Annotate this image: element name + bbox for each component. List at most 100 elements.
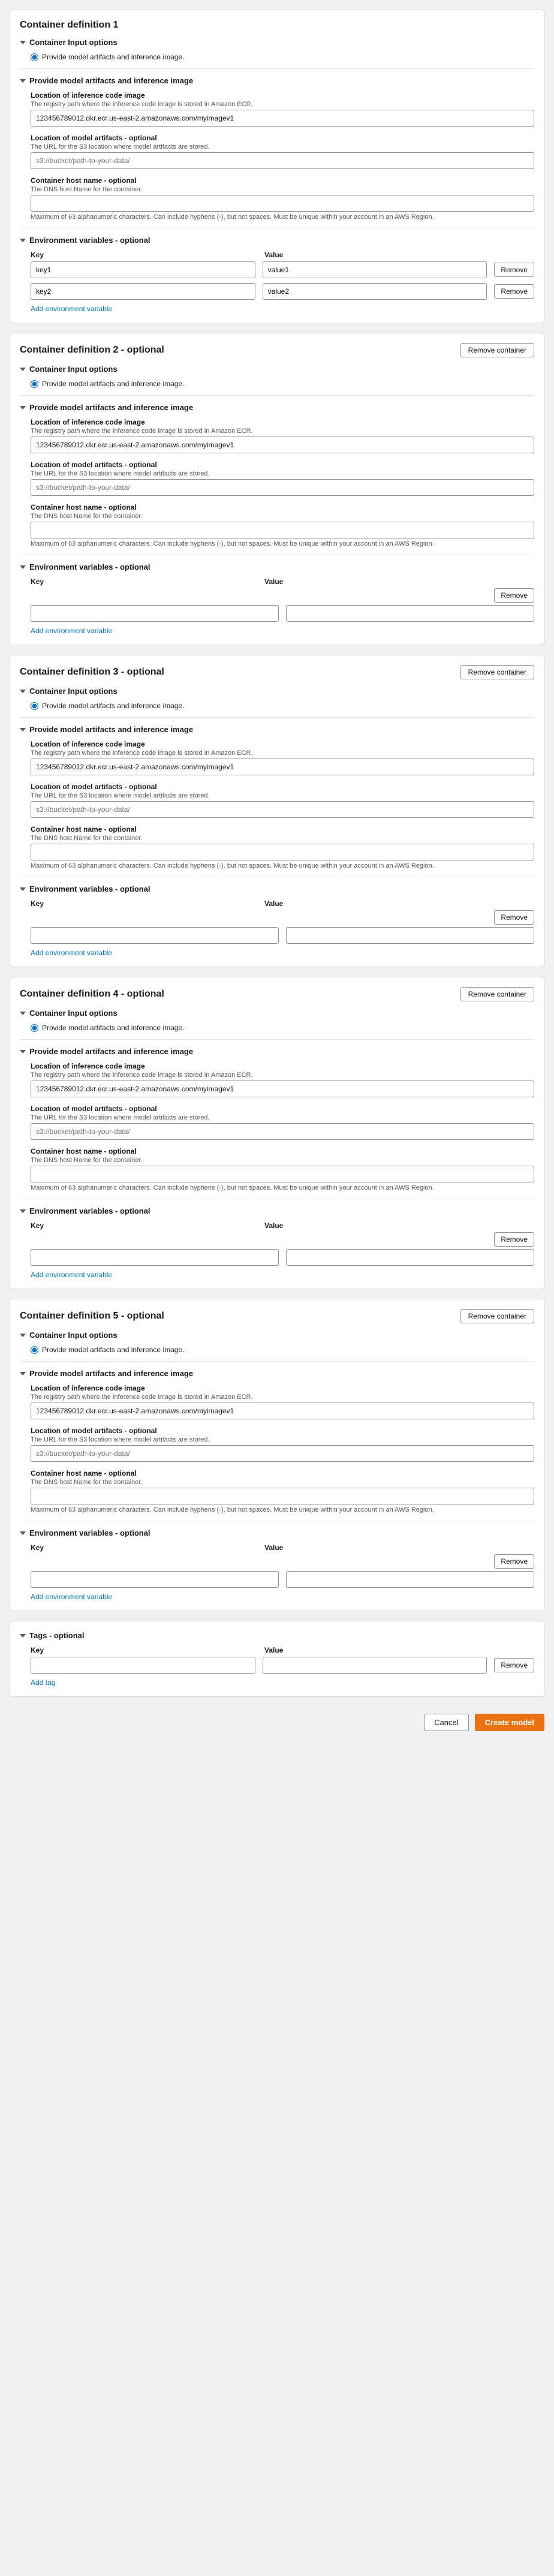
create-model-button[interactable]: Create model [475, 1714, 544, 1731]
model-artifacts-toggle-4[interactable]: Provide model artifacts and inference im… [20, 1047, 534, 1056]
env-vars-label-5: Environment variables - optional [29, 1528, 150, 1537]
env-remove-btn-2-0[interactable]: Remove [494, 588, 534, 603]
env-vars-toggle-5[interactable]: Environment variables - optional [20, 1528, 534, 1537]
tags-row-0: Remove [31, 1657, 534, 1674]
radio-option-4[interactable]: Provide model artifacts and inference im… [31, 1024, 534, 1032]
container-host-input-4[interactable] [31, 1166, 534, 1182]
model-artifacts-content-2: Location of inference code image The reg… [20, 418, 534, 547]
env-key-input-1-0[interactable] [31, 261, 255, 278]
inference-code-image-label-3: Location of inference code image [31, 740, 534, 748]
env-remove-btn-3-0[interactable]: Remove [494, 910, 534, 925]
env-value-input-4-0[interactable] [286, 1249, 534, 1266]
env-key-input-5-0[interactable] [31, 1571, 279, 1588]
container-title-1: Container definition 1 [20, 20, 118, 31]
env-vars-toggle-4[interactable]: Environment variables - optional [20, 1206, 534, 1215]
tags-key-input-0[interactable] [31, 1657, 255, 1674]
container-host-desc2-1: Maximum of 63 alphanumeric characters. C… [31, 213, 534, 221]
env-row-1-0: Remove [31, 261, 534, 278]
container-host-input-3[interactable] [31, 844, 534, 860]
env-key-col-label-1: Key [31, 251, 257, 259]
inference-code-image-input-2[interactable] [31, 437, 534, 453]
inference-code-image-group-5: Location of inference code image The reg… [31, 1384, 534, 1419]
env-value-input-3-0[interactable] [286, 927, 534, 944]
container-host-input-5[interactable] [31, 1488, 534, 1504]
radio-option-5[interactable]: Provide model artifacts and inference im… [31, 1346, 534, 1354]
env-row-3-0 [31, 927, 534, 944]
inference-code-image-input-1[interactable] [31, 110, 534, 127]
model-artifacts-desc-2: The URL for the S3 location where model … [31, 470, 534, 477]
container-input-options-toggle-2[interactable]: Container Input options [20, 365, 534, 374]
env-vars-toggle-1[interactable]: Environment variables - optional [20, 236, 534, 245]
env-value-input-1-0[interactable] [263, 261, 487, 278]
cancel-button[interactable]: Cancel [424, 1714, 468, 1731]
container-input-options-toggle-4[interactable]: Container Input options [20, 1009, 534, 1018]
add-env-btn-4[interactable]: Add environment variable [31, 1271, 112, 1279]
add-env-btn-5[interactable]: Add environment variable [31, 1593, 112, 1601]
env-key-input-2-0[interactable] [31, 605, 279, 622]
env-key-input-3-0[interactable] [31, 927, 279, 944]
remove-container-btn-3[interactable]: Remove container [460, 665, 534, 679]
container-definition-5: Container definition 5 - optional Remove… [10, 1299, 544, 1611]
add-env-btn-1[interactable]: Add environment variable [31, 305, 112, 313]
provide-model-radio-label-5: Provide model artifacts and inference im… [42, 1346, 184, 1354]
provide-model-radio-4[interactable] [31, 1024, 38, 1032]
remove-container-btn-5[interactable]: Remove container [460, 1309, 534, 1323]
env-key-input-4-0[interactable] [31, 1249, 279, 1266]
container-host-input-2[interactable] [31, 522, 534, 538]
env-remove-btn-1-1[interactable]: Remove [494, 284, 534, 299]
env-remove-btn-5-0[interactable]: Remove [494, 1554, 534, 1569]
add-env-btn-3[interactable]: Add environment variable [31, 949, 112, 957]
env-value-input-1-1[interactable] [263, 283, 487, 300]
model-artifacts-toggle-2[interactable]: Provide model artifacts and inference im… [20, 403, 534, 412]
model-artifacts-input-5[interactable] [31, 1445, 534, 1462]
inference-code-image-input-3[interactable] [31, 759, 534, 775]
toggle-arrow-icon-ma4 [20, 1050, 26, 1054]
container-host-group-3: Container host name - optional The DNS h… [31, 825, 534, 869]
radio-option-2[interactable]: Provide model artifacts and inference im… [31, 380, 534, 388]
env-vars-toggle-3[interactable]: Environment variables - optional [20, 884, 534, 893]
env-value-input-2-0[interactable] [286, 605, 534, 622]
tags-toggle[interactable]: Tags - optional [20, 1631, 534, 1640]
radio-option-3[interactable]: Provide model artifacts and inference im… [31, 702, 534, 710]
input-options-label: Container Input options [29, 38, 118, 47]
tags-value-input-0[interactable] [263, 1657, 487, 1674]
env-remove-btn-1-0[interactable]: Remove [494, 263, 534, 277]
model-artifacts-input-1[interactable] [31, 152, 534, 169]
provide-model-radio-3[interactable] [31, 702, 38, 710]
tags-remove-btn-0[interactable]: Remove [494, 1658, 534, 1672]
model-artifacts-toggle-1[interactable]: Provide model artifacts and inference im… [20, 76, 534, 85]
radio-option-1[interactable]: Provide model artifacts and inference im… [31, 53, 534, 61]
env-remove-btn-4-0[interactable]: Remove [494, 1232, 534, 1247]
container-input-options-toggle-1[interactable]: Container Input options [20, 38, 534, 47]
env-vars-toggle-2[interactable]: Environment variables - optional [20, 562, 534, 571]
model-artifacts-input-2[interactable] [31, 479, 534, 496]
remove-container-btn-4[interactable]: Remove container [460, 987, 534, 1001]
provide-model-radio-label-1: Provide model artifacts and inference im… [42, 53, 184, 61]
container-host-label-2: Container host name - optional [31, 503, 534, 511]
model-artifacts-toggle-3[interactable]: Provide model artifacts and inference im… [20, 725, 534, 734]
provide-model-radio-1[interactable] [31, 53, 38, 61]
model-artifacts-input-4[interactable] [31, 1123, 534, 1140]
model-artifacts-section-label-3: Provide model artifacts and inference im… [29, 725, 193, 734]
env-value-input-5-0[interactable] [286, 1571, 534, 1588]
env-header-row-5: Key Value [31, 1543, 534, 1552]
inference-code-image-input-5[interactable] [31, 1403, 534, 1419]
env-value-col-label-5: Value [264, 1543, 491, 1552]
add-tag-btn[interactable]: Add tag [31, 1678, 55, 1687]
model-artifacts-section-label-5: Provide model artifacts and inference im… [29, 1369, 193, 1378]
env-header-row-4: Key Value [31, 1221, 534, 1230]
container-host-input-1[interactable] [31, 195, 534, 212]
model-artifacts-input-3[interactable] [31, 801, 534, 818]
container-input-options-toggle-5[interactable]: Container Input options [20, 1331, 534, 1340]
env-key-input-1-1[interactable] [31, 283, 255, 300]
provide-model-radio-2[interactable] [31, 380, 38, 388]
container-input-options-toggle-3[interactable]: Container Input options [20, 687, 534, 696]
provide-model-radio-5[interactable] [31, 1346, 38, 1354]
model-artifacts-label-3: Location of model artifacts - optional [31, 783, 534, 791]
env-header-row-2: Key Value [31, 577, 534, 586]
model-artifacts-toggle-5[interactable]: Provide model artifacts and inference im… [20, 1369, 534, 1378]
remove-container-btn-2[interactable]: Remove container [460, 343, 534, 357]
model-artifacts-group-2: Location of model artifacts - optional T… [31, 461, 534, 496]
add-env-btn-2[interactable]: Add environment variable [31, 627, 112, 635]
inference-code-image-input-4[interactable] [31, 1081, 534, 1097]
